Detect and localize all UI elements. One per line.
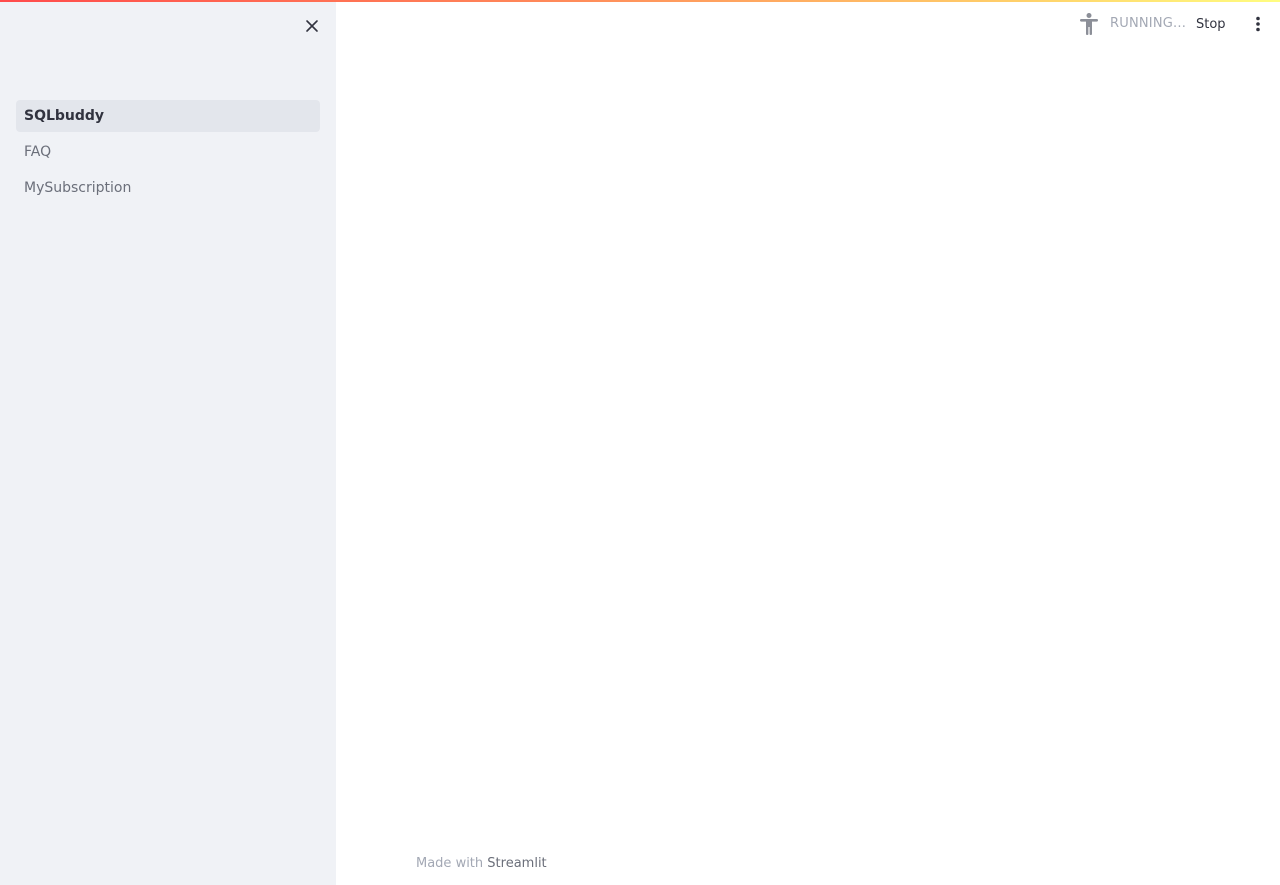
main-menu-button[interactable] bbox=[1246, 12, 1270, 36]
close-icon bbox=[306, 20, 318, 32]
running-status: RUNNING... bbox=[1110, 16, 1187, 31]
sidebar-item-mysubscription[interactable]: MySubscription bbox=[16, 172, 320, 204]
app-header: RUNNING... Stop bbox=[336, 0, 1280, 48]
sidebar-item-faq[interactable]: FAQ bbox=[16, 136, 320, 168]
sidebar-nav: SQLbuddy FAQ MySubscription bbox=[16, 100, 320, 208]
streamlit-app: SQLbuddy FAQ MySubscription RUNNING... S… bbox=[0, 0, 1280, 885]
stop-button[interactable]: Stop bbox=[1188, 14, 1234, 34]
running-figure-icon bbox=[1080, 13, 1098, 35]
sidebar: SQLbuddy FAQ MySubscription bbox=[0, 0, 336, 885]
footer: Made with Streamlit bbox=[416, 856, 547, 871]
top-gradient-bar bbox=[0, 0, 1280, 2]
footer-made-with: Made with bbox=[416, 856, 484, 871]
sidebar-item-sqlbuddy[interactable]: SQLbuddy bbox=[16, 100, 320, 132]
streamlit-link[interactable]: Streamlit bbox=[487, 856, 546, 871]
close-sidebar-button[interactable] bbox=[300, 14, 324, 38]
vertical-dots-icon bbox=[1256, 16, 1260, 32]
